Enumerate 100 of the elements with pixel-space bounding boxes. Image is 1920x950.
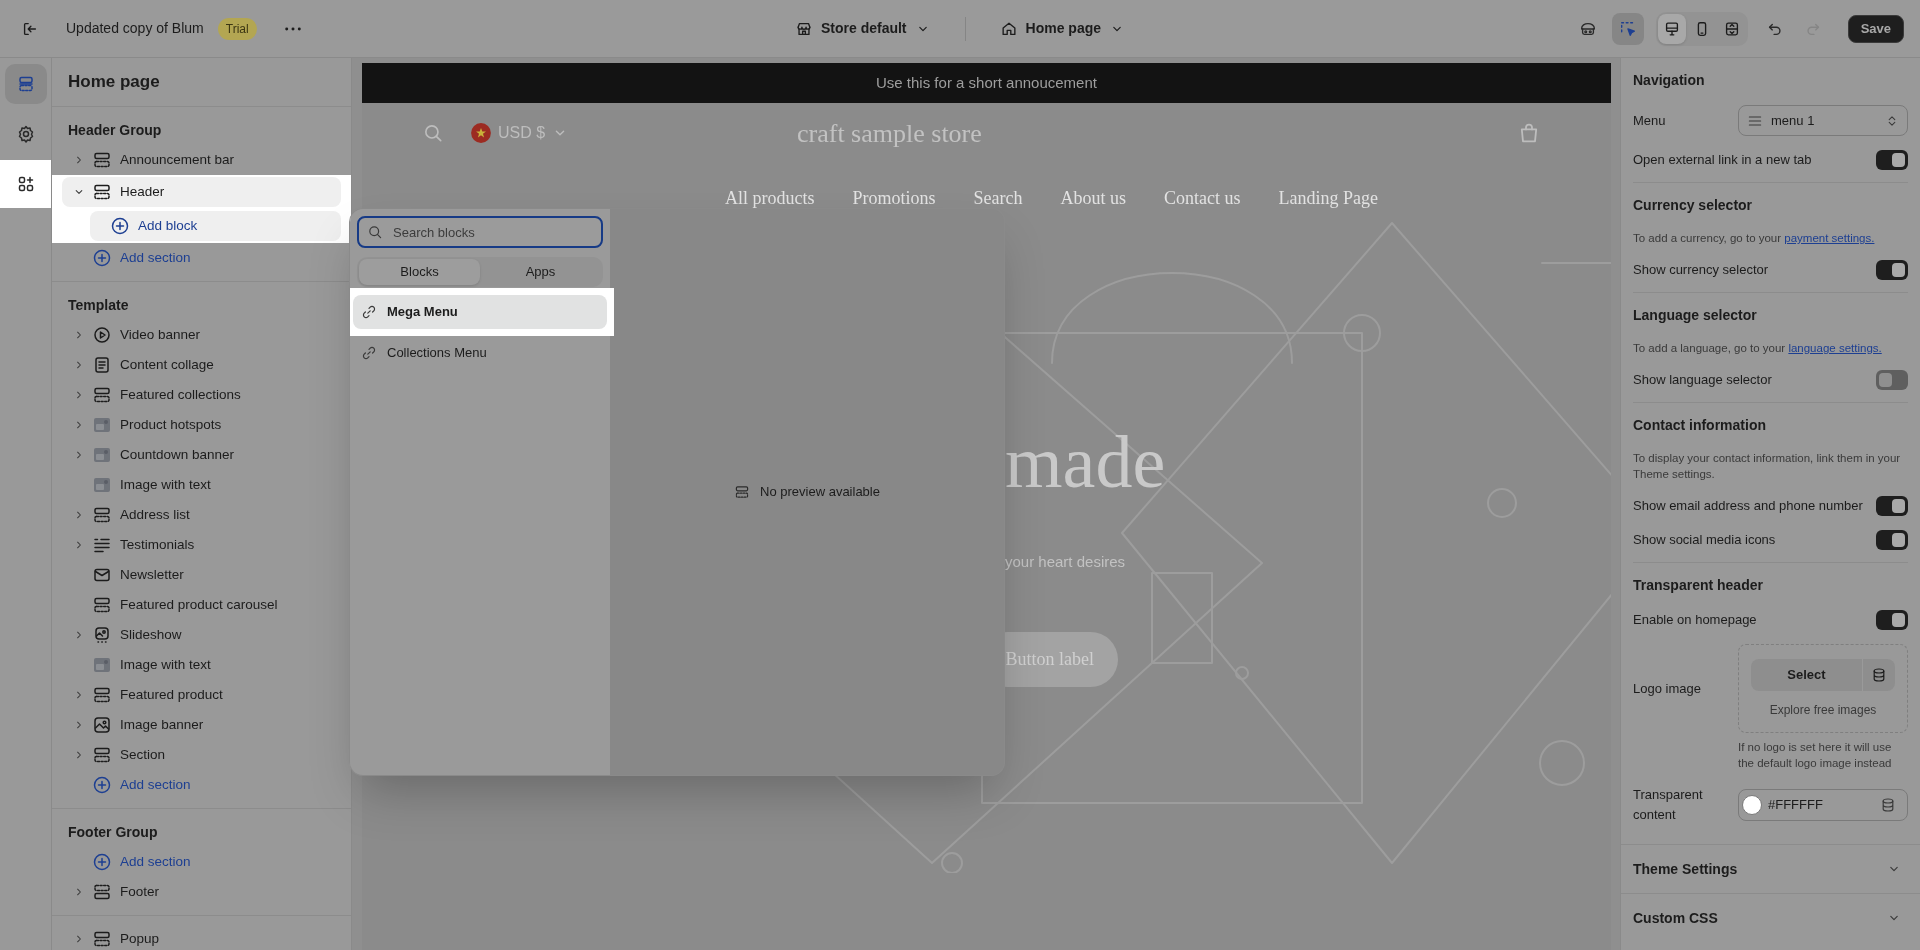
- menu-select[interactable]: menu 1: [1738, 105, 1908, 136]
- add-icon: [92, 248, 112, 268]
- empty-preview-text: No preview available: [760, 483, 880, 502]
- color-field[interactable]: #FFFFFF: [1738, 788, 1908, 821]
- section-icon: [92, 150, 112, 170]
- add-link[interactable]: Add section: [62, 770, 341, 800]
- toggle-switch[interactable]: [1876, 530, 1908, 550]
- section-item[interactable]: Testimonials: [62, 530, 341, 560]
- color-swatch: [1742, 794, 1762, 815]
- section-heading: Transparent header: [1633, 576, 1764, 595]
- section-icon: [92, 882, 112, 902]
- section-item[interactable]: Image with text: [62, 470, 341, 500]
- toggle-switch[interactable]: [1876, 150, 1908, 170]
- inspector-button[interactable]: [1611, 12, 1644, 45]
- toggle-switch[interactable]: [1876, 496, 1908, 516]
- section-icon: [92, 505, 112, 525]
- section-item[interactable]: Content collage: [62, 350, 341, 380]
- section-item[interactable]: Section: [62, 740, 341, 770]
- section-icon: [734, 484, 750, 500]
- add-link[interactable]: Add block: [90, 211, 341, 241]
- group-heading: Header Group: [68, 120, 162, 140]
- image-thumbnail: [92, 475, 112, 495]
- setting-label: Transparent content: [1633, 786, 1704, 824]
- view-button[interactable]: [1657, 13, 1686, 44]
- section-item[interactable]: Product hotspots: [62, 410, 341, 440]
- section-item[interactable]: Image with text: [62, 650, 341, 680]
- section-icon: [92, 685, 112, 705]
- collapsible-section[interactable]: Custom CSS: [1621, 893, 1920, 942]
- store-selector[interactable]: Store default: [786, 14, 939, 43]
- section-item[interactable]: Footer: [62, 877, 341, 907]
- document-icon: [92, 355, 112, 375]
- slideshow-icon: [92, 625, 112, 645]
- setting-label: Menu: [1633, 111, 1666, 130]
- save-button[interactable]: Save: [1847, 14, 1904, 43]
- section-item[interactable]: Featured product carousel: [62, 590, 341, 620]
- link-icon: [361, 345, 377, 361]
- setting-label: Show language selector: [1633, 371, 1772, 390]
- add-icon: [110, 216, 130, 236]
- section-item[interactable]: Newsletter: [62, 560, 341, 590]
- section-item[interactable]: Announcement bar: [62, 145, 341, 175]
- image-thumbnail: [92, 655, 112, 675]
- search-field[interactable]: Search blocks: [357, 216, 603, 248]
- section-icon: [92, 745, 112, 765]
- toggle-switch[interactable]: [1876, 260, 1908, 280]
- section-item[interactable]: Image banner: [62, 710, 341, 740]
- trial-badge: Trial: [217, 17, 257, 40]
- group-heading: Template: [68, 295, 129, 315]
- section-item[interactable]: Slideshow: [62, 620, 341, 650]
- setting-label: Enable on homepage: [1633, 611, 1757, 630]
- setting-label: Show currency selector: [1633, 261, 1769, 280]
- add-link[interactable]: Add section: [62, 847, 341, 877]
- panel-title: Home page: [68, 71, 160, 94]
- search-icon: [422, 122, 444, 144]
- section-icon: [92, 595, 112, 615]
- help-text: If no logo is set here it will use the default logo image instead: [1738, 740, 1893, 771]
- collapsible-section[interactable]: Theme Settings: [1621, 844, 1920, 893]
- announcement-bar: Use this for a short annoucement: [362, 63, 1611, 103]
- group-heading: Footer Group: [68, 822, 158, 842]
- play-icon: [92, 325, 112, 345]
- help-text: To display your contact information, link them in your Theme settings.: [1633, 451, 1902, 482]
- database-icon: [1871, 666, 1887, 683]
- toggle-switch[interactable]: [1876, 370, 1908, 390]
- add-icon: [92, 775, 112, 795]
- theme-title: Updated copy of Blum: [66, 19, 204, 38]
- section-heading: Navigation: [1633, 71, 1706, 90]
- section-icon: [92, 385, 112, 405]
- settings-link[interactable]: language settings.: [1788, 342, 1882, 354]
- link-icon: [361, 304, 377, 320]
- section-item[interactable]: Popup: [62, 924, 341, 950]
- section-item[interactable]: Video banner: [62, 320, 341, 350]
- block-item[interactable]: Collections Menu: [353, 336, 607, 370]
- section-item[interactable]: Featured product: [62, 680, 341, 710]
- help-text: To add a currency, go to your payment settings.: [1633, 231, 1876, 246]
- toggle-switch[interactable]: [1876, 610, 1908, 630]
- setting-label: Logo image: [1633, 679, 1702, 698]
- explore-link[interactable]: Explore free images: [1769, 700, 1877, 719]
- page-selector[interactable]: Home page: [991, 14, 1133, 43]
- tab[interactable]: Apps: [480, 259, 601, 285]
- setting-label: Show email address and phone number: [1633, 497, 1863, 516]
- inspector-icon: [1618, 19, 1637, 38]
- section-heading: Contact information: [1633, 416, 1767, 435]
- settings-link[interactable]: payment settings.: [1784, 232, 1875, 244]
- setting-label: Show social media icons: [1633, 531, 1776, 550]
- add-link[interactable]: Add section: [62, 243, 341, 273]
- tab[interactable]: Blocks: [359, 259, 480, 285]
- add-icon: [92, 852, 112, 872]
- block-item[interactable]: Mega Menu: [353, 295, 607, 329]
- section-icon: [92, 929, 112, 949]
- search-icon: [367, 224, 383, 240]
- section-heading: Currency selector: [1633, 196, 1754, 215]
- section-item[interactable]: Countdown banner: [62, 440, 341, 470]
- help-text: To add a language, go to your language settings.: [1633, 341, 1883, 356]
- image-thumbnail: [92, 445, 112, 465]
- database-icon: [1880, 796, 1896, 813]
- section-icon: [92, 182, 112, 202]
- section-item[interactable]: Featured collections: [62, 380, 341, 410]
- more-icon: [284, 26, 301, 31]
- section-item[interactable]: Header: [62, 177, 341, 207]
- section-item[interactable]: Address list: [62, 500, 341, 530]
- setting-label: Open external link in a new tab: [1633, 151, 1812, 170]
